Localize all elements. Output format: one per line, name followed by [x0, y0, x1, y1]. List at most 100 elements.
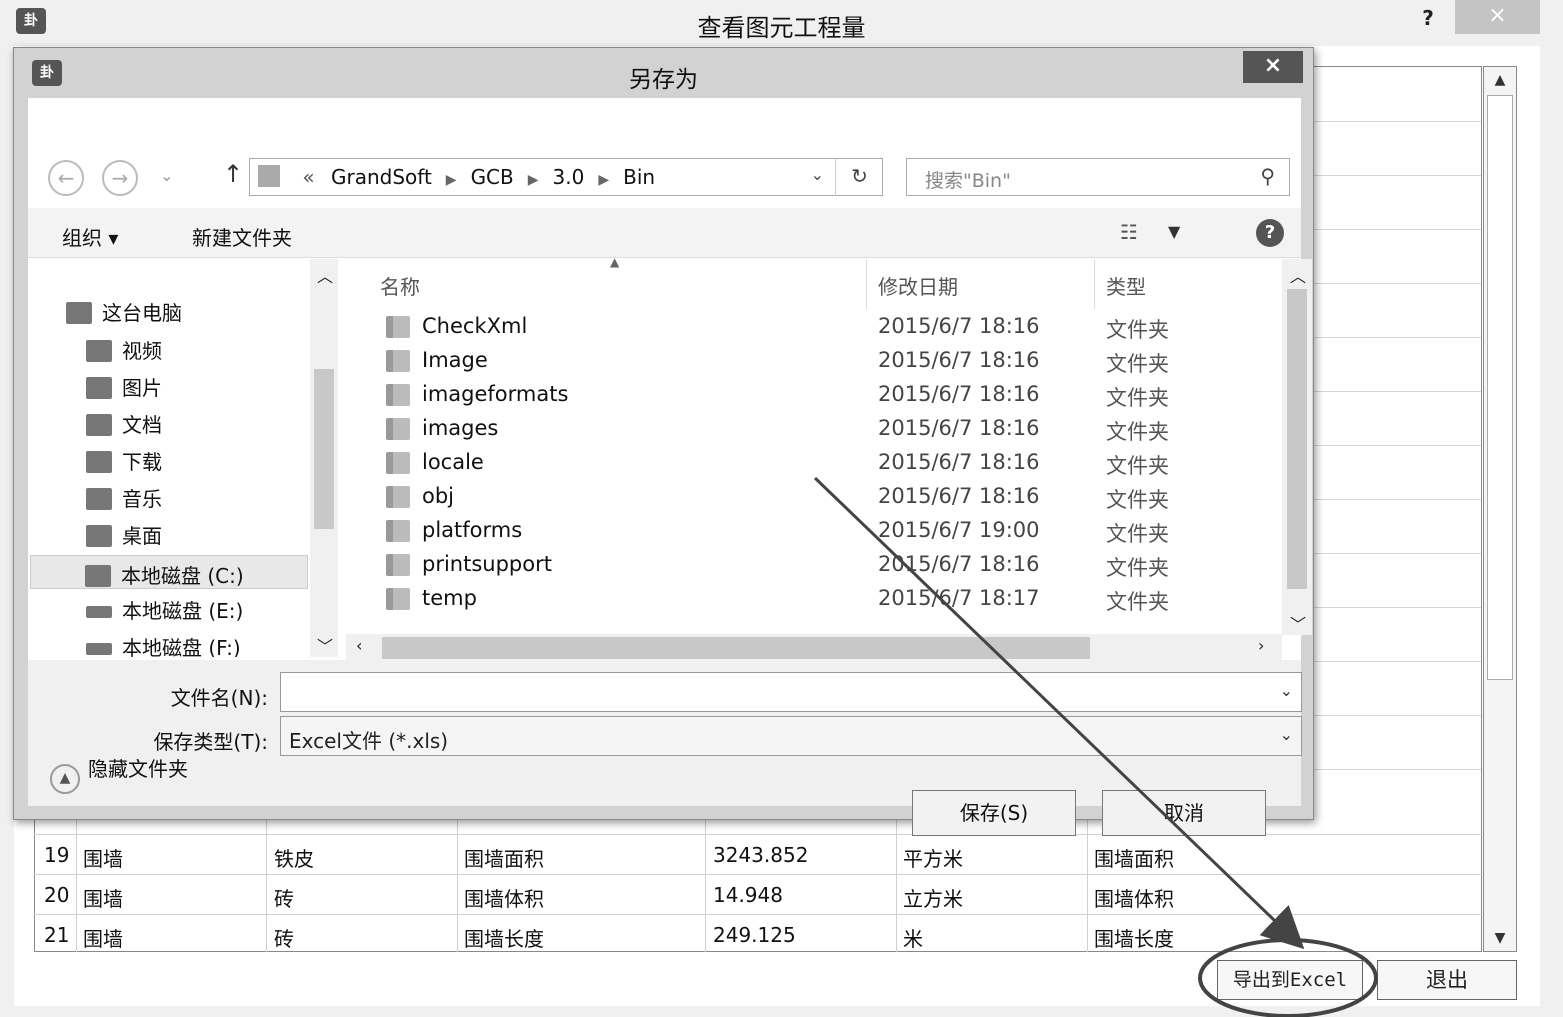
forward-arrow-icon[interactable]: →	[102, 160, 138, 196]
breadcrumb-separator-icon[interactable]: ▶	[446, 172, 457, 188]
filetype-value: Excel文件 (*.xls)	[289, 729, 449, 753]
column-separator[interactable]	[1094, 259, 1095, 309]
view-dropdown-icon[interactable]: ▼	[1168, 222, 1180, 241]
file-list: 名称 ▲ 修改日期 类型 CheckXml 2015/6/7 18:16 文件夹 I…	[346, 255, 1282, 634]
dialog-close-button[interactable]: ×	[1243, 51, 1303, 83]
save-form: 文件名(N): ⌄ 保存类型(T): Excel文件 (*.xls) ⌄	[28, 660, 1302, 806]
navigation-pane: 这台电脑 视频 图片 文档 下载 音乐 桌面 本地磁盘 (C:) 本地磁盘 (E…	[28, 259, 323, 657]
cell-desc: 围墙面积	[1094, 847, 1174, 871]
drive-icon	[86, 606, 112, 618]
scroll-thumb[interactable]	[382, 637, 1090, 659]
folder-icon	[386, 316, 410, 338]
search-field[interactable]: 搜索"Bin" ⚲	[906, 158, 1290, 196]
cancel-button[interactable]: 取消	[1102, 790, 1266, 836]
chevron-up-icon[interactable]: ︿	[317, 263, 333, 287]
scroll-thumb[interactable]	[1287, 289, 1307, 589]
list-item[interactable]: CheckXml 2015/6/7 18:16 文件夹	[346, 311, 1276, 345]
computer-icon	[66, 302, 92, 324]
chevron-down-icon[interactable]: ⌄	[1280, 681, 1293, 700]
help-icon[interactable]: ?	[1256, 219, 1284, 247]
navigation-scrollbar[interactable]: ︿ ﹀	[310, 259, 338, 657]
cell-item: 围墙长度	[464, 927, 544, 951]
filetype-select[interactable]: Excel文件 (*.xls) ⌄	[280, 716, 1302, 756]
list-item[interactable]: obj 2015/6/7 18:16 文件夹	[346, 481, 1276, 515]
list-item[interactable]: platforms 2015/6/7 19:00 文件夹	[346, 515, 1276, 549]
recent-locations-chevron-icon[interactable]: ⌄	[160, 166, 173, 185]
list-item[interactable]: Image 2015/6/7 18:16 文件夹	[346, 345, 1276, 379]
list-item[interactable]: imageformats 2015/6/7 18:16 文件夹	[346, 379, 1276, 413]
cell-name: 围墙	[83, 847, 123, 871]
sort-ascending-icon: ▲	[610, 255, 620, 269]
table-row[interactable]: 21 围墙 砖 围墙长度 249.125 米 围墙长度	[34, 914, 1482, 954]
nav-drive-c[interactable]: 本地磁盘 (C:)	[30, 555, 308, 589]
column-separator[interactable]	[866, 259, 867, 309]
scroll-thumb[interactable]	[314, 369, 334, 529]
cell-item: 围墙体积	[464, 887, 544, 911]
breadcrumb-gcb[interactable]: GCB	[471, 165, 514, 189]
exit-button[interactable]: 退出	[1377, 960, 1517, 1000]
breadcrumb-overflow[interactable]: «	[302, 165, 314, 189]
breadcrumb-separator-icon[interactable]: ▶	[528, 172, 539, 188]
list-item[interactable]: images 2015/6/7 18:16 文件夹	[346, 413, 1276, 447]
list-item[interactable]: locale 2015/6/7 18:16 文件夹	[346, 447, 1276, 481]
new-folder-button[interactable]: 新建文件夹	[192, 222, 292, 251]
breadcrumb-separator-icon[interactable]: ▶	[598, 172, 609, 188]
file-list-vertical-scrollbar[interactable]: ︿ ﹀	[1282, 259, 1312, 635]
export-to-excel-button[interactable]: 导出到Excel	[1217, 960, 1363, 1000]
outer-close-button[interactable]: ×	[1455, 0, 1540, 34]
table-vertical-scrollbar[interactable]: ▲ ▼	[1483, 66, 1517, 952]
folder-icon	[386, 350, 410, 372]
refresh-icon[interactable]: ↻	[835, 158, 883, 196]
folder-icon	[386, 418, 410, 440]
organize-menu[interactable]: 组织 ▾	[62, 222, 118, 251]
dialog-toolbar: 组织 ▾ 新建文件夹 ☷ ▼ ?	[28, 208, 1301, 258]
list-item[interactable]: printsupport 2015/6/7 18:16 文件夹	[346, 549, 1276, 583]
back-arrow-icon[interactable]: ←	[48, 160, 84, 196]
view-options-icon[interactable]: ☷	[1120, 220, 1138, 244]
cell-desc: 围墙体积	[1094, 887, 1174, 911]
chevron-down-icon[interactable]: ⌄	[1280, 725, 1293, 744]
list-item[interactable]: temp 2015/6/7 18:17 文件夹	[346, 583, 1276, 617]
music-folder-icon	[86, 488, 112, 510]
hide-folders-toggle[interactable]: ▲ 隐藏文件夹	[50, 753, 188, 794]
save-as-dialog: 卦 另存为 × ← → ⌄ ↑ « GrandSoft ▶ GCB ▶ 3.0 ▶ Bin …	[13, 47, 1314, 836]
chevron-down-icon[interactable]: ﹀	[1290, 611, 1306, 635]
chevron-down-icon[interactable]: ﹀	[317, 633, 333, 657]
folder-icon	[386, 520, 410, 542]
column-header-type[interactable]: 类型	[1106, 271, 1146, 300]
address-bar[interactable]: « GrandSoft ▶ GCB ▶ 3.0 ▶ Bin ⌄	[249, 158, 883, 196]
search-placeholder: 搜索"Bin"	[925, 170, 1011, 192]
cell-value: 14.948	[713, 883, 783, 907]
breadcrumb-grandsoft[interactable]: GrandSoft	[331, 165, 432, 189]
nav-this-pc[interactable]: 这台电脑	[66, 297, 346, 331]
help-button[interactable]: ?	[1414, 4, 1442, 32]
scroll-down-arrow-icon[interactable]: ▼	[1484, 925, 1516, 951]
table-row[interactable]: 20 围墙 砖 围墙体积 14.948 立方米 围墙体积	[34, 874, 1482, 914]
table-row[interactable]: 19 围墙 铁皮 围墙面积 3243.852 平方米 围墙面积	[34, 834, 1482, 874]
address-dropdown-chevron-icon[interactable]: ⌄	[811, 165, 824, 184]
file-list-horizontal-scrollbar[interactable]: ‹ ›	[346, 634, 1282, 662]
row-number: 19	[44, 843, 70, 867]
chevron-left-icon[interactable]: ‹	[356, 636, 362, 655]
save-button[interactable]: 保存(S)	[912, 790, 1076, 836]
chevron-right-icon[interactable]: ›	[1258, 636, 1264, 655]
chevron-up-icon[interactable]: ︿	[1290, 263, 1306, 287]
folder-icon	[386, 384, 410, 406]
folder-icon	[258, 165, 280, 187]
cell-unit: 立方米	[903, 887, 963, 911]
scroll-thumb[interactable]	[1487, 95, 1513, 680]
breadcrumb-bin[interactable]: Bin	[623, 165, 655, 189]
column-header-name[interactable]: 名称	[380, 271, 420, 300]
search-icon[interactable]: ⚲	[1260, 164, 1275, 188]
breadcrumb-version[interactable]: 3.0	[553, 165, 585, 189]
desktop-folder-icon	[86, 525, 112, 547]
documents-folder-icon	[86, 414, 112, 436]
filename-label: 文件名(N):	[170, 686, 268, 710]
outer-titlebar: 卦 查看图元工程量 ? ×	[0, 0, 1563, 42]
column-header-date[interactable]: 修改日期	[878, 271, 958, 300]
up-arrow-icon[interactable]: ↑	[223, 160, 243, 188]
cell-value: 3243.852	[713, 843, 809, 867]
filename-input[interactable]: ⌄	[280, 672, 1302, 712]
dialog-body: ← → ⌄ ↑ « GrandSoft ▶ GCB ▶ 3.0 ▶ Bin ⌄ ↻ 搜索"B…	[28, 98, 1312, 836]
scroll-up-arrow-icon[interactable]: ▲	[1484, 67, 1516, 93]
